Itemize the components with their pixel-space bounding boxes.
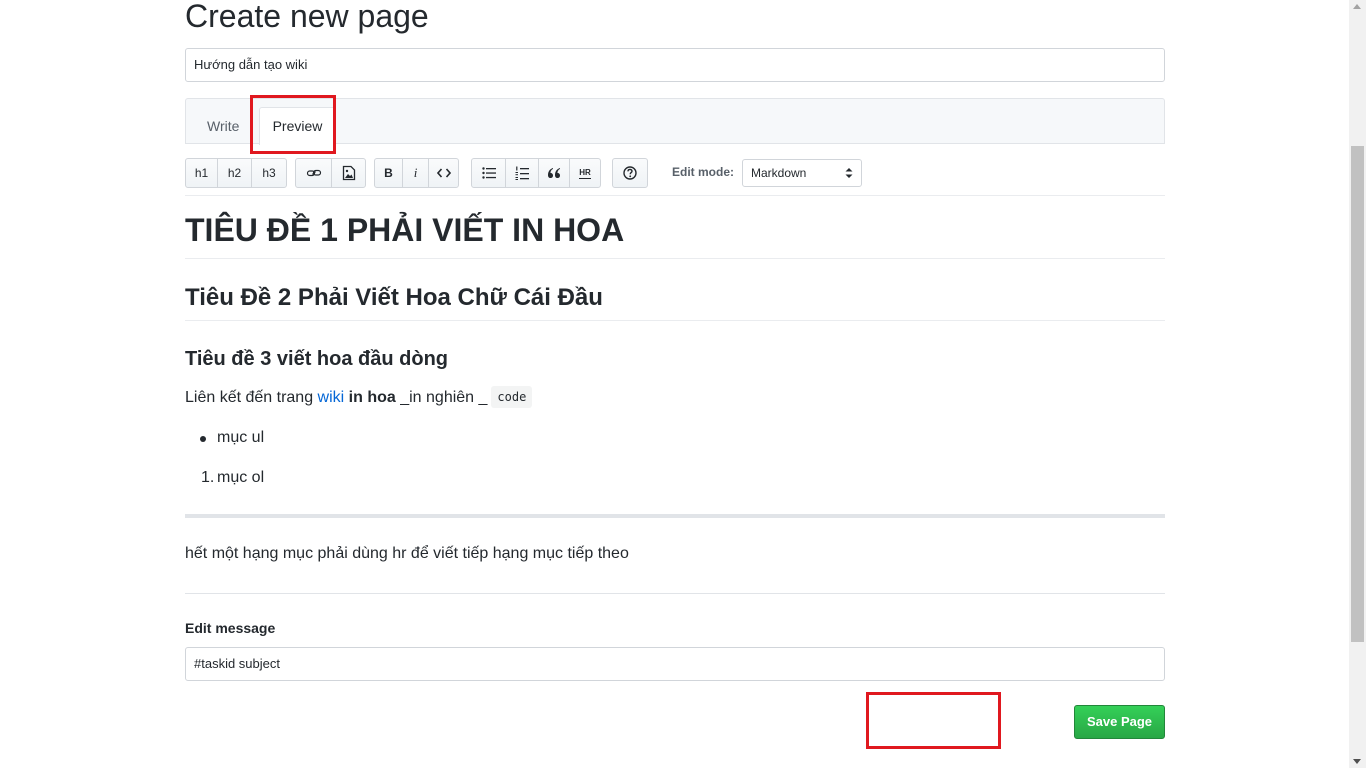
- page-title: Create new page: [185, 0, 429, 34]
- ordered-list-button[interactable]: [505, 158, 539, 188]
- unordered-list-button[interactable]: [471, 158, 506, 188]
- unordered-list-icon: [481, 167, 496, 179]
- save-button-highlight: [866, 692, 1001, 749]
- insert-button-group: [295, 158, 366, 188]
- after-hr-paragraph: hết một hạng mục phải dùng hr để viết ti…: [185, 545, 629, 562]
- inline-code: code: [491, 386, 533, 408]
- markdown-toolbar: h1 h2 h3 B i HR Edit mode: Markdown: [185, 158, 1165, 188]
- horizontal-rule: [185, 514, 1165, 518]
- horizontal-rule-button[interactable]: HR: [569, 158, 601, 188]
- toolbar-divider: [185, 195, 1165, 196]
- preview-paragraph: Liên kết đến trang wiki in hoa _in nghiê…: [185, 386, 533, 410]
- page-name-input[interactable]: Hướng dẫn tạo wiki: [185, 48, 1165, 82]
- quote-button[interactable]: [538, 158, 570, 188]
- edit-mode-value: Markdown: [751, 166, 807, 180]
- h2-button[interactable]: h2: [217, 158, 252, 188]
- save-page-button[interactable]: Save Page: [1074, 705, 1165, 739]
- list-item-text: mục ul: [217, 429, 265, 446]
- ordered-list-item: 1. mục ol: [185, 466, 385, 490]
- edit-mode-label: Edit mode:: [672, 165, 734, 179]
- image-button[interactable]: [331, 158, 366, 188]
- heading-1-rule: [185, 258, 1165, 259]
- image-icon: [342, 165, 355, 181]
- bullet-icon: [200, 436, 206, 442]
- edit-mode-select[interactable]: Markdown: [742, 159, 862, 187]
- page-scrollbar[interactable]: [1349, 0, 1366, 768]
- code-icon: [436, 168, 451, 178]
- wiki-link[interactable]: wiki: [318, 389, 345, 406]
- bold-button[interactable]: B: [374, 158, 403, 188]
- scroll-up-arrow-icon[interactable]: [1353, 4, 1361, 9]
- tab-write[interactable]: Write: [195, 107, 251, 145]
- bold-text: in hoa: [348, 389, 396, 406]
- italic-button[interactable]: i: [402, 158, 429, 188]
- heading-2-rule: [185, 320, 1165, 321]
- heading-button-group: h1 h2 h3: [185, 158, 287, 188]
- list-number: 1.: [201, 469, 215, 486]
- link-icon: [306, 169, 321, 177]
- scroll-thumb[interactable]: [1351, 146, 1364, 642]
- list-button-group: HR: [471, 158, 601, 188]
- h3-button[interactable]: h3: [251, 158, 287, 188]
- hr-icon: HR: [579, 167, 591, 179]
- preview-heading-1: TIÊU ĐỀ 1 PHẢI VIẾT IN HOA: [185, 212, 625, 248]
- edit-message-input[interactable]: #taskid subject: [185, 647, 1165, 681]
- select-caret-icon: [845, 168, 853, 178]
- h1-button[interactable]: h1: [185, 158, 218, 188]
- scroll-down-arrow-icon[interactable]: [1353, 759, 1361, 764]
- italic-markup-text: _in nghiên _: [395, 389, 488, 406]
- unordered-list-item: mục ul: [185, 426, 385, 450]
- link-button[interactable]: [295, 158, 332, 188]
- edit-message-label: Edit message: [185, 620, 276, 636]
- tab-preview[interactable]: Preview: [259, 107, 336, 145]
- section-divider: [185, 593, 1165, 594]
- list-item-text: mục ol: [217, 469, 265, 486]
- format-button-group: B i: [374, 158, 459, 188]
- code-button[interactable]: [428, 158, 459, 188]
- help-button-group: [612, 158, 648, 188]
- quote-icon: [548, 168, 560, 178]
- preview-heading-2: Tiêu Đề 2 Phải Viết Hoa Chữ Cái Đầu: [185, 284, 603, 311]
- ordered-list-icon: [515, 166, 529, 180]
- editor-tabs: Write Preview: [185, 98, 1165, 145]
- paragraph-text: Liên kết đến trang: [185, 389, 318, 406]
- help-button[interactable]: [612, 158, 648, 188]
- question-icon: [623, 166, 637, 180]
- preview-heading-3: Tiêu đề 3 viết hoa đầu dòng: [185, 348, 448, 370]
